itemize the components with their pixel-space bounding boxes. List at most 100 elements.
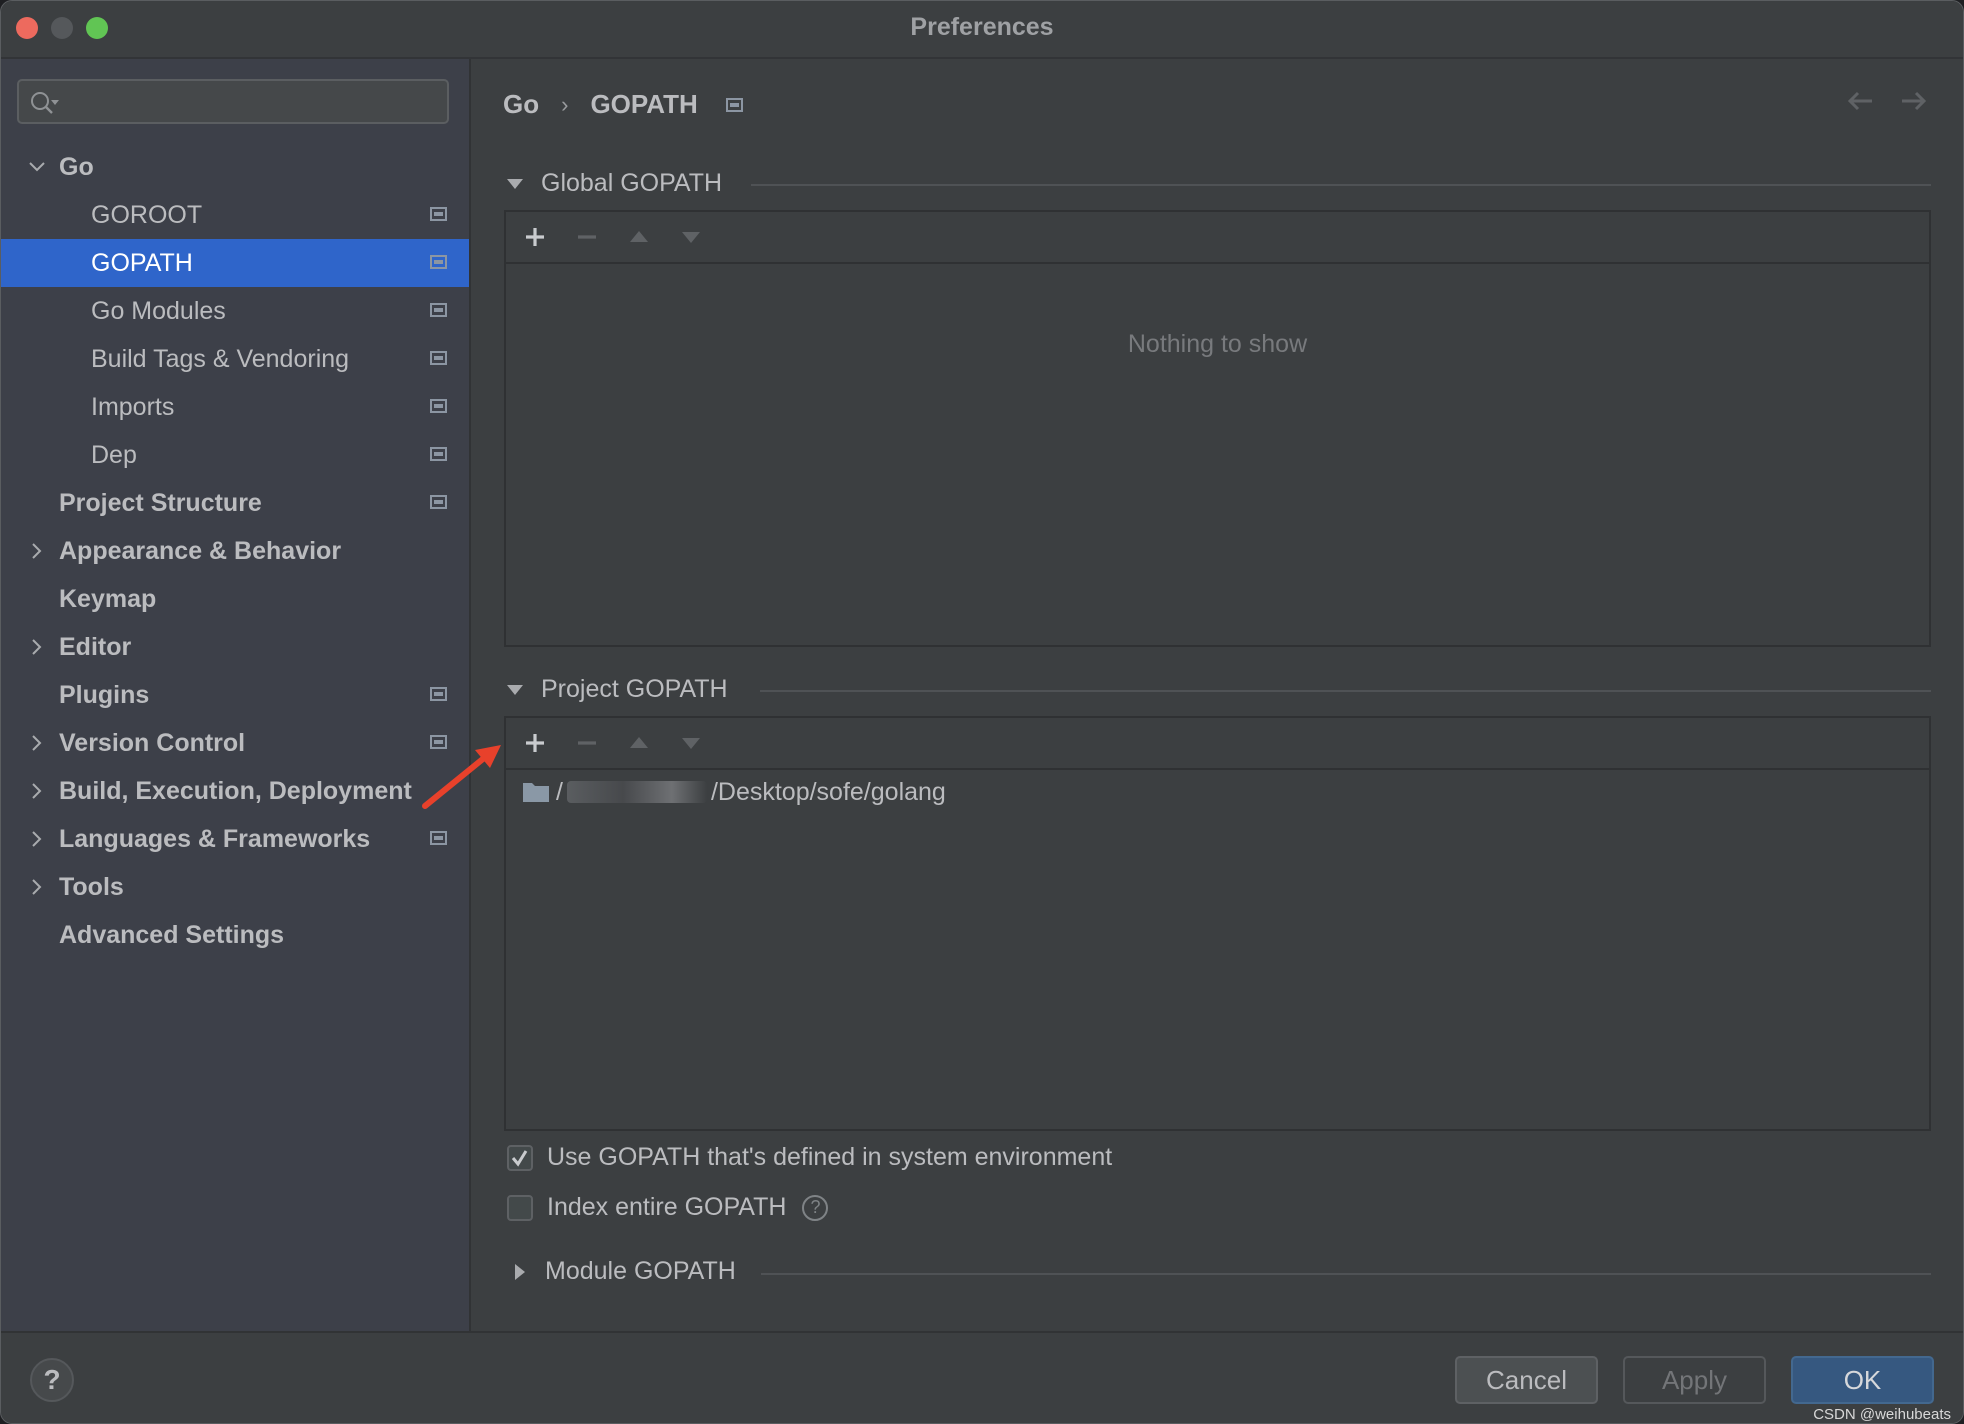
use-system-gopath-checkbox[interactable] [507, 1144, 533, 1171]
sidebar-item-tools[interactable]: Tools [1, 863, 469, 911]
project-gopath-toolbar [506, 718, 1929, 770]
breadcrumb-current: GOPATH [590, 89, 698, 119]
path-suffix: /Desktop/sofe/golang [710, 777, 946, 806]
settings-tree: Go GOROOT GOPATH Go Modules Build Tags & Ven… [1, 143, 469, 959]
list-item[interactable]: / /Desktop/sofe/golang [506, 770, 1929, 814]
triangle-up-icon [630, 231, 648, 242]
remove-global-path-button[interactable] [572, 222, 602, 252]
search-icon [31, 92, 59, 114]
chevron-right-icon[interactable] [27, 829, 47, 849]
sidebar-item-version-control[interactable]: Version Control [1, 719, 469, 767]
breadcrumb-separator: › [561, 91, 569, 117]
global-gopath-toolbar [506, 212, 1929, 264]
sidebar-item-go-modules[interactable]: Go Modules [1, 287, 469, 335]
forward-arrow-icon[interactable] [1899, 89, 1929, 113]
move-up-project-button[interactable] [624, 728, 654, 758]
chevron-right-icon[interactable] [27, 541, 47, 561]
sidebar-item-label: Dep [91, 440, 137, 469]
project-level-icon [430, 831, 447, 845]
sidebar-item-label: Plugins [59, 680, 150, 709]
navigation-arrows [1845, 89, 1929, 113]
expand-triangle-icon [515, 1263, 525, 1280]
section-divider [761, 1273, 1931, 1275]
sidebar-item-keymap[interactable]: Keymap [1, 575, 469, 623]
sidebar-item-plugins[interactable]: Plugins [1, 671, 469, 719]
sidebar-item-advanced-settings[interactable]: Advanced Settings [1, 911, 469, 959]
back-arrow-icon[interactable] [1845, 89, 1875, 113]
project-gopath-list: / /Desktop/sofe/golang [504, 716, 1931, 1131]
remove-project-path-button[interactable] [572, 728, 602, 758]
project-level-icon [430, 399, 447, 413]
help-button[interactable]: ? [30, 1358, 74, 1402]
chevron-down-icon[interactable] [27, 157, 47, 177]
sidebar-item-label: Languages & Frameworks [59, 824, 371, 853]
window-title: Preferences [910, 13, 1054, 41]
global-gopath-list: Nothing to show [504, 210, 1931, 647]
sidebar-item-label: Go Modules [91, 296, 226, 325]
project-level-icon [430, 447, 447, 461]
module-gopath-header[interactable]: Module GOPATH [511, 1257, 736, 1286]
project-level-icon [430, 255, 447, 269]
breadcrumb: Go › GOPATH [503, 89, 743, 120]
sidebar-item-languages-frameworks[interactable]: Languages & Frameworks [1, 815, 469, 863]
minus-icon [578, 741, 596, 745]
project-gopath-header[interactable]: Project GOPATH [507, 675, 728, 704]
triangle-up-icon [630, 737, 648, 748]
index-entire-gopath-checkbox-row[interactable]: Index entire GOPATH ? [507, 1193, 829, 1222]
sidebar-item-build-tags-vendoring[interactable]: Build Tags & Vendoring [1, 335, 469, 383]
triangle-down-icon [682, 738, 700, 749]
chevron-right-icon[interactable] [27, 781, 47, 801]
settings-search-input[interactable] [17, 79, 449, 124]
minus-icon [578, 235, 596, 239]
sidebar-item-label: Keymap [59, 584, 157, 613]
move-down-global-button[interactable] [676, 222, 706, 252]
title-bar: Preferences [1, 1, 1963, 59]
chevron-right-icon[interactable] [27, 733, 47, 753]
empty-list-text: Nothing to show [1127, 330, 1308, 358]
triangle-down-icon [682, 232, 700, 243]
gopath-settings-panel: Go › GOPATH Global GOPATH Nothing to sho… [471, 59, 1963, 1331]
sidebar-item-label: Go [59, 152, 94, 181]
section-divider [751, 184, 1931, 186]
breadcrumb-parent[interactable]: Go [503, 89, 539, 120]
sidebar-item-label: Advanced Settings [59, 920, 285, 949]
collapse-triangle-icon [507, 684, 523, 695]
add-project-path-button[interactable] [520, 728, 550, 758]
settings-sidebar: Go GOROOT GOPATH Go Modules Build Tags & Ven… [1, 59, 471, 1331]
index-entire-gopath-checkbox[interactable] [507, 1194, 533, 1221]
sidebar-item-editor[interactable]: Editor [1, 623, 469, 671]
sidebar-item-label: Tools [59, 872, 124, 901]
project-level-icon [430, 735, 447, 749]
chevron-right-icon[interactable] [27, 877, 47, 897]
global-gopath-title: Global GOPATH [541, 169, 723, 197]
chevron-right-icon[interactable] [27, 637, 47, 657]
cancel-button[interactable]: Cancel [1455, 1356, 1598, 1404]
use-system-gopath-checkbox-row[interactable]: Use GOPATH that's defined in system envi… [507, 1143, 1112, 1172]
sidebar-item-label: GOROOT [91, 200, 203, 229]
project-level-icon [430, 351, 447, 365]
add-global-path-button[interactable] [520, 222, 550, 252]
move-down-project-button[interactable] [676, 728, 706, 758]
sidebar-item-appearance-behavior[interactable]: Appearance & Behavior [1, 527, 469, 575]
redacted-path-segment [566, 781, 707, 803]
sidebar-item-label: Build Tags & Vendoring [91, 344, 350, 373]
project-level-icon [725, 97, 743, 112]
sidebar-item-go[interactable]: Go [1, 143, 469, 191]
help-question-icon[interactable]: ? [802, 1194, 829, 1221]
ok-button[interactable]: OK [1791, 1356, 1934, 1404]
sidebar-item-dep[interactable]: Dep [1, 431, 469, 479]
project-gopath-title: Project GOPATH [541, 675, 728, 703]
plus-icon [526, 734, 544, 752]
move-up-global-button[interactable] [624, 222, 654, 252]
sidebar-item-label: Project Structure [59, 488, 262, 517]
global-gopath-header[interactable]: Global GOPATH [507, 169, 722, 198]
sidebar-item-project-structure[interactable]: Project Structure [1, 479, 469, 527]
apply-button[interactable]: Apply [1623, 1356, 1766, 1404]
sidebar-item-gopath[interactable]: GOPATH [1, 239, 469, 287]
index-entire-gopath-label: Index entire GOPATH [547, 1193, 787, 1221]
use-system-gopath-label: Use GOPATH that's defined in system envi… [547, 1143, 1113, 1171]
sidebar-item-goroot[interactable]: GOROOT [1, 191, 469, 239]
sidebar-item-build-execution-deployment[interactable]: Build, Execution, Deployment [1, 767, 469, 815]
sidebar-item-label: GOPATH [91, 248, 193, 277]
sidebar-item-imports[interactable]: Imports [1, 383, 469, 431]
